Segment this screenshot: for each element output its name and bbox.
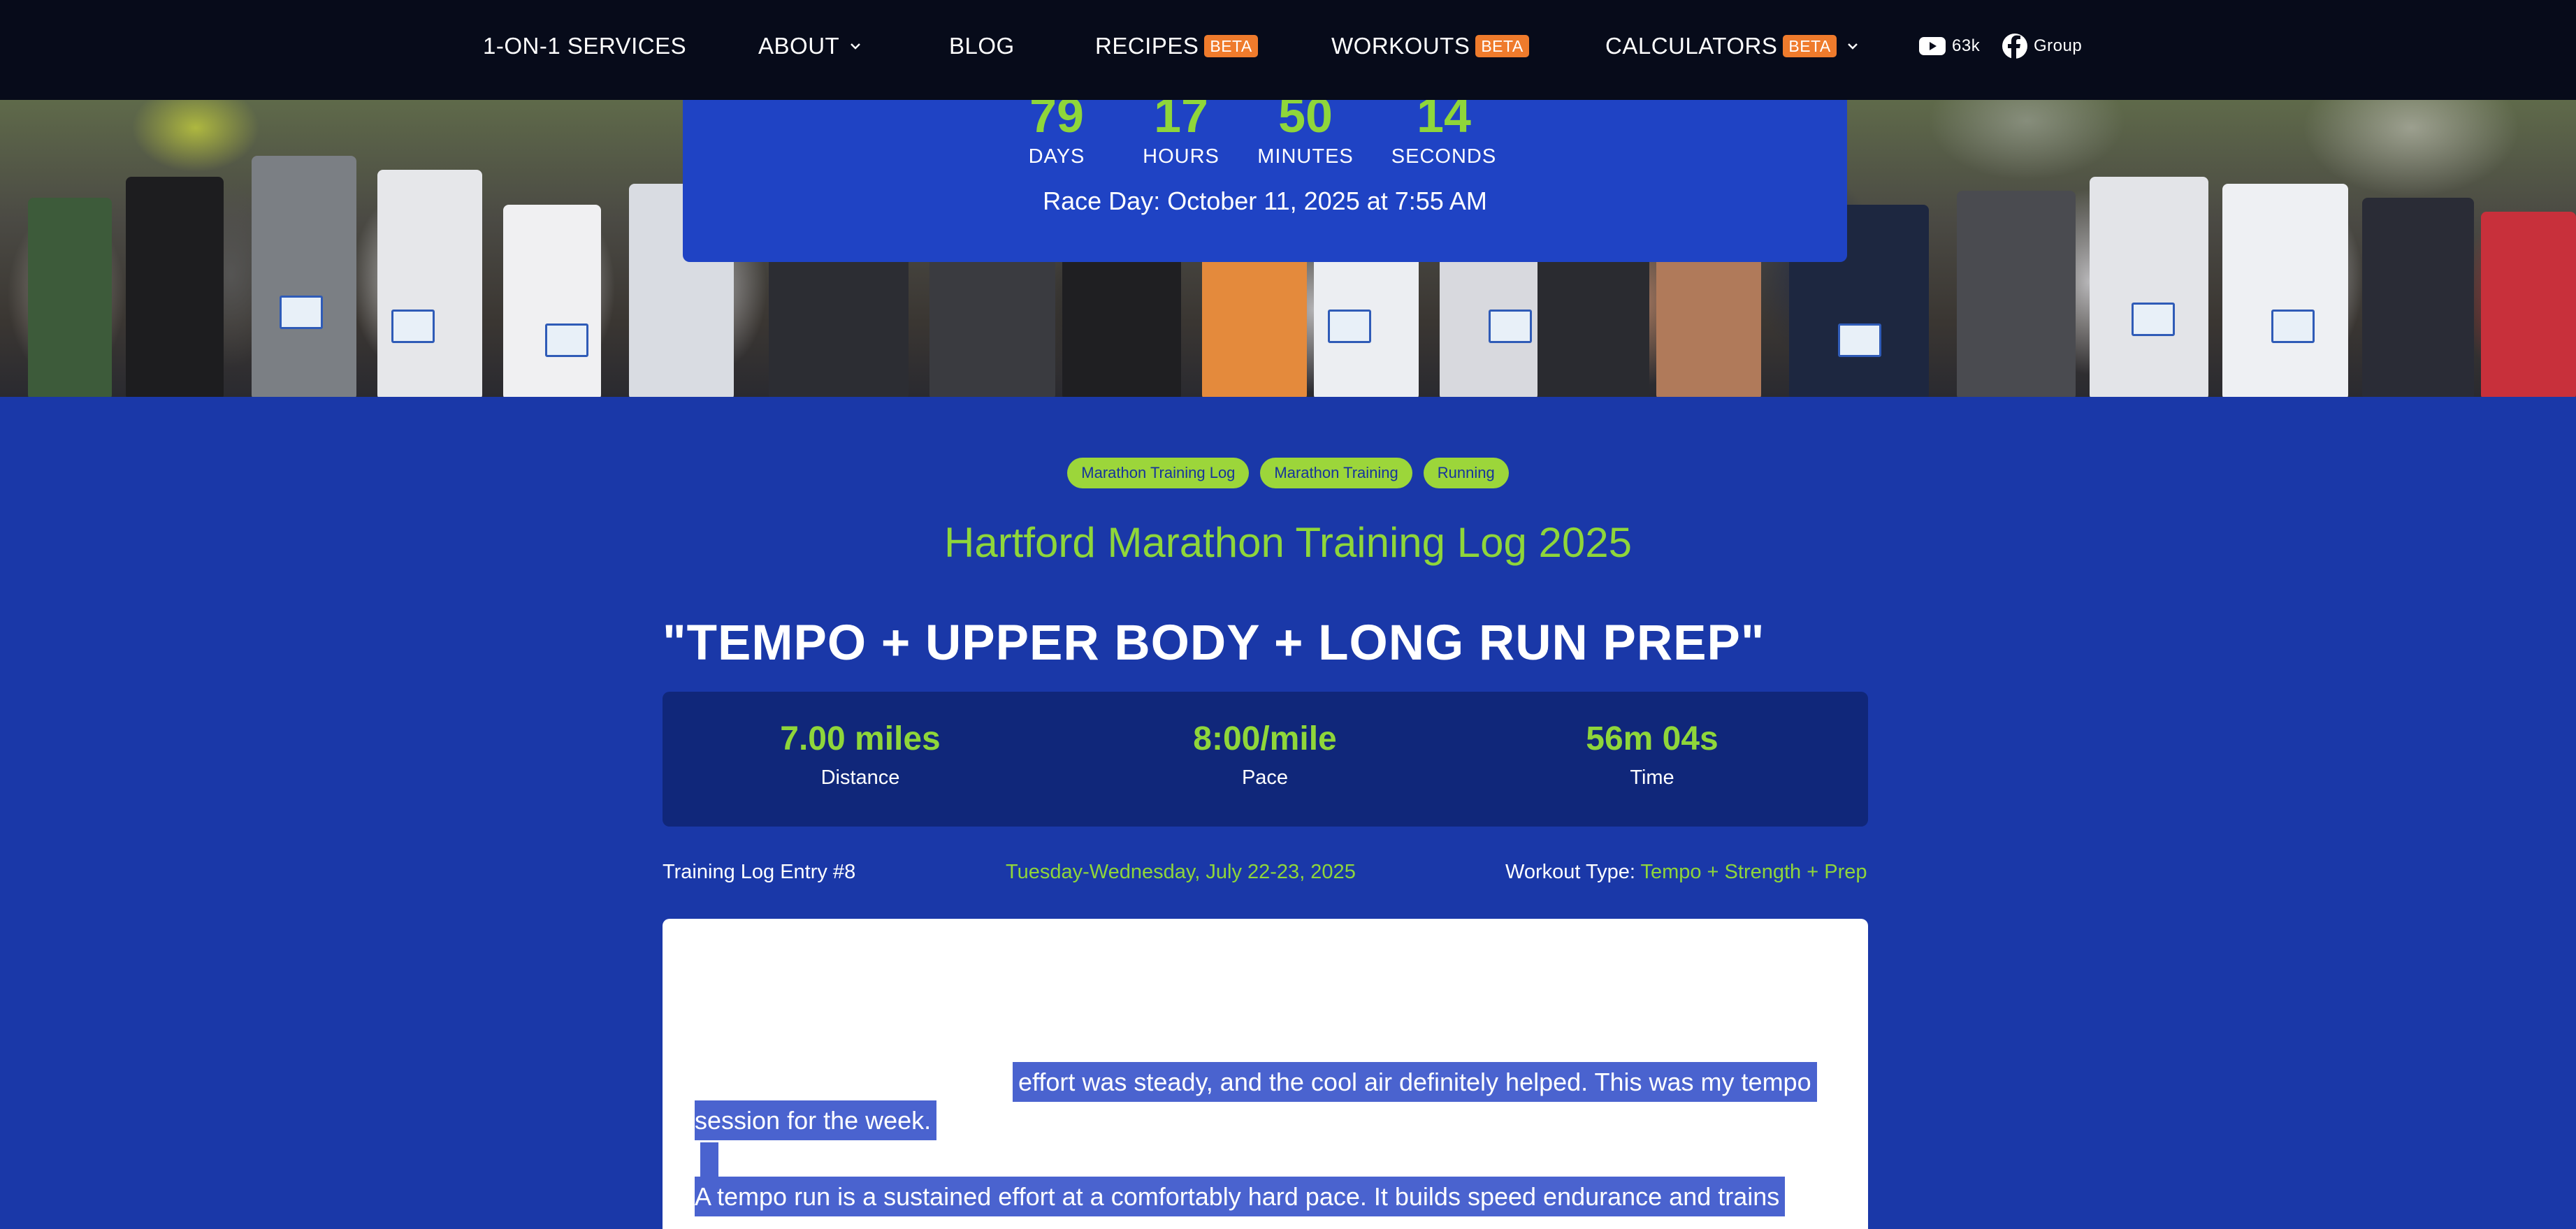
nav-item-about[interactable]: ABOUT xyxy=(758,0,862,92)
category-tags: Marathon Training Log Marathon Training … xyxy=(0,458,2576,488)
nav-item-label: RECIPES xyxy=(1095,32,1199,59)
runner-figure xyxy=(503,205,601,397)
top-navigation: 1-ON-1 SERVICES ABOUT BLOG RECIPES BETA … xyxy=(0,0,2576,100)
race-bib xyxy=(545,323,588,357)
selected-blank xyxy=(700,1142,718,1181)
stat-pace: 8:00/mile Pace xyxy=(1118,720,1412,790)
countdown-minutes-label: MINUTES xyxy=(1257,145,1354,168)
countdown-hours-label: HOURS xyxy=(1143,145,1220,168)
stat-time-value: 56m 04s xyxy=(1586,720,1718,757)
beta-badge: BETA xyxy=(1204,34,1258,57)
runner-figure xyxy=(377,170,482,397)
selected-text: session for the week. xyxy=(695,1100,937,1140)
countdown-days: 79 DAYS xyxy=(1001,91,1113,168)
race-bib xyxy=(391,310,435,343)
beta-badge: BETA xyxy=(1783,34,1837,57)
nav-item-label: ABOUT xyxy=(758,32,840,59)
log-content-card: effort was steady, and the cool air defi… xyxy=(663,919,1868,1229)
content-paragraph: A tempo run is a sustained effort at a c… xyxy=(695,1177,1834,1216)
runner-figure xyxy=(2362,198,2474,397)
runner-figure xyxy=(2222,184,2348,397)
stat-pace-value: 8:00/mile xyxy=(1193,720,1337,757)
runner-figure xyxy=(1202,250,1307,397)
facebook-group-link[interactable]: Group xyxy=(2002,0,2082,92)
countdown-days-label: DAYS xyxy=(1028,145,1085,168)
countdown-seconds-label: SECONDS xyxy=(1391,145,1497,168)
runner-figure xyxy=(769,247,909,397)
runner-figure xyxy=(1062,250,1181,397)
workout-type: Workout Type: Tempo + Strength + Prep xyxy=(1505,861,1867,884)
tag-marathon-training[interactable]: Marathon Training xyxy=(1260,458,1412,488)
stat-time-label: Time xyxy=(1630,766,1674,789)
workout-stats: 7.00 miles Distance 8:00/mile Pace 56m 0… xyxy=(663,692,1868,827)
tag-running[interactable]: Running xyxy=(1423,458,1509,488)
race-bib xyxy=(1328,310,1371,343)
runner-figure xyxy=(2481,212,2576,397)
chevron-down-icon xyxy=(851,43,861,50)
log-entry-number: Training Log Entry #8 xyxy=(663,861,856,883)
log-entry-date: Tuesday-Wednesday, July 22-23, 2025 xyxy=(1006,861,1356,883)
selected-text: A tempo run is a sustained effort at a c… xyxy=(695,1177,1786,1216)
stat-distance-value: 7.00 miles xyxy=(780,720,941,757)
runner-figure xyxy=(252,156,356,397)
nav-item-recipes[interactable]: RECIPES BETA xyxy=(1095,0,1258,92)
workout-type-value: Tempo + Strength + Prep xyxy=(1640,861,1867,883)
countdown-seconds: 14 SECONDS xyxy=(1388,91,1500,168)
stat-time: 56m 04s Time xyxy=(1505,720,1799,790)
race-bib xyxy=(2271,310,2315,343)
nav-item-workouts[interactable]: WORKOUTS BETA xyxy=(1331,0,1529,92)
nav-item-label: BLOG xyxy=(949,32,1015,59)
race-bib xyxy=(1489,310,1532,343)
race-bib xyxy=(2132,303,2175,336)
nav-item-label: 1-ON-1 SERVICES xyxy=(483,32,687,59)
runner-figure xyxy=(126,177,224,397)
runner-figure xyxy=(929,254,1055,397)
runner-figure xyxy=(2090,177,2208,397)
nav-item-blog[interactable]: BLOG xyxy=(949,0,1015,92)
chevron-down-icon xyxy=(1847,43,1858,50)
race-countdown: 79 DAYS 17 HOURS 50 MINUTES 14 SECONDS R… xyxy=(683,84,1847,262)
race-day-text: Race Day: October 11, 2025 at 7:55 AM xyxy=(1043,187,1487,215)
stat-distance: 7.00 miles Distance xyxy=(714,720,1007,790)
runner-figure xyxy=(1537,250,1649,397)
race-bib xyxy=(280,296,323,329)
nav-item-label: CALCULATORS xyxy=(1605,32,1778,59)
beta-badge: BETA xyxy=(1475,34,1529,57)
facebook-icon xyxy=(2002,33,2027,59)
runner-figure xyxy=(1656,250,1761,397)
selected-text: effort was steady, and the cool air defi… xyxy=(1013,1062,1817,1102)
countdown-minutes: 50 MINUTES xyxy=(1250,91,1361,168)
tag-marathon-training-log[interactable]: Marathon Training Log xyxy=(1067,458,1250,488)
content-paragraph: effort was steady, and the cool air defi… xyxy=(695,1062,1834,1140)
stat-pace-label: Pace xyxy=(1241,766,1289,789)
youtube-icon xyxy=(1919,36,1946,55)
log-title: Hartford Marathon Training Log 2025 xyxy=(944,519,1632,566)
youtube-count: 63k xyxy=(1952,36,1981,55)
facebook-label: Group xyxy=(2034,36,2083,55)
nav-item-calculators[interactable]: CALCULATORS BETA xyxy=(1605,0,1859,92)
nav-item-label: WORKOUTS xyxy=(1331,32,1470,59)
runner-figure xyxy=(28,198,112,397)
youtube-link[interactable]: 63k xyxy=(1918,0,1980,92)
workout-title: "TEMPO + UPPER BODY + LONG RUN PREP" xyxy=(663,616,1765,671)
nav-item-services[interactable]: 1-ON-1 SERVICES xyxy=(483,0,686,92)
workout-type-label: Workout Type: xyxy=(1505,861,1641,883)
race-bib xyxy=(1838,323,1881,357)
countdown-hours: 17 HOURS xyxy=(1125,91,1237,168)
runner-figure xyxy=(1957,191,2076,397)
stat-distance-label: Distance xyxy=(820,766,900,789)
